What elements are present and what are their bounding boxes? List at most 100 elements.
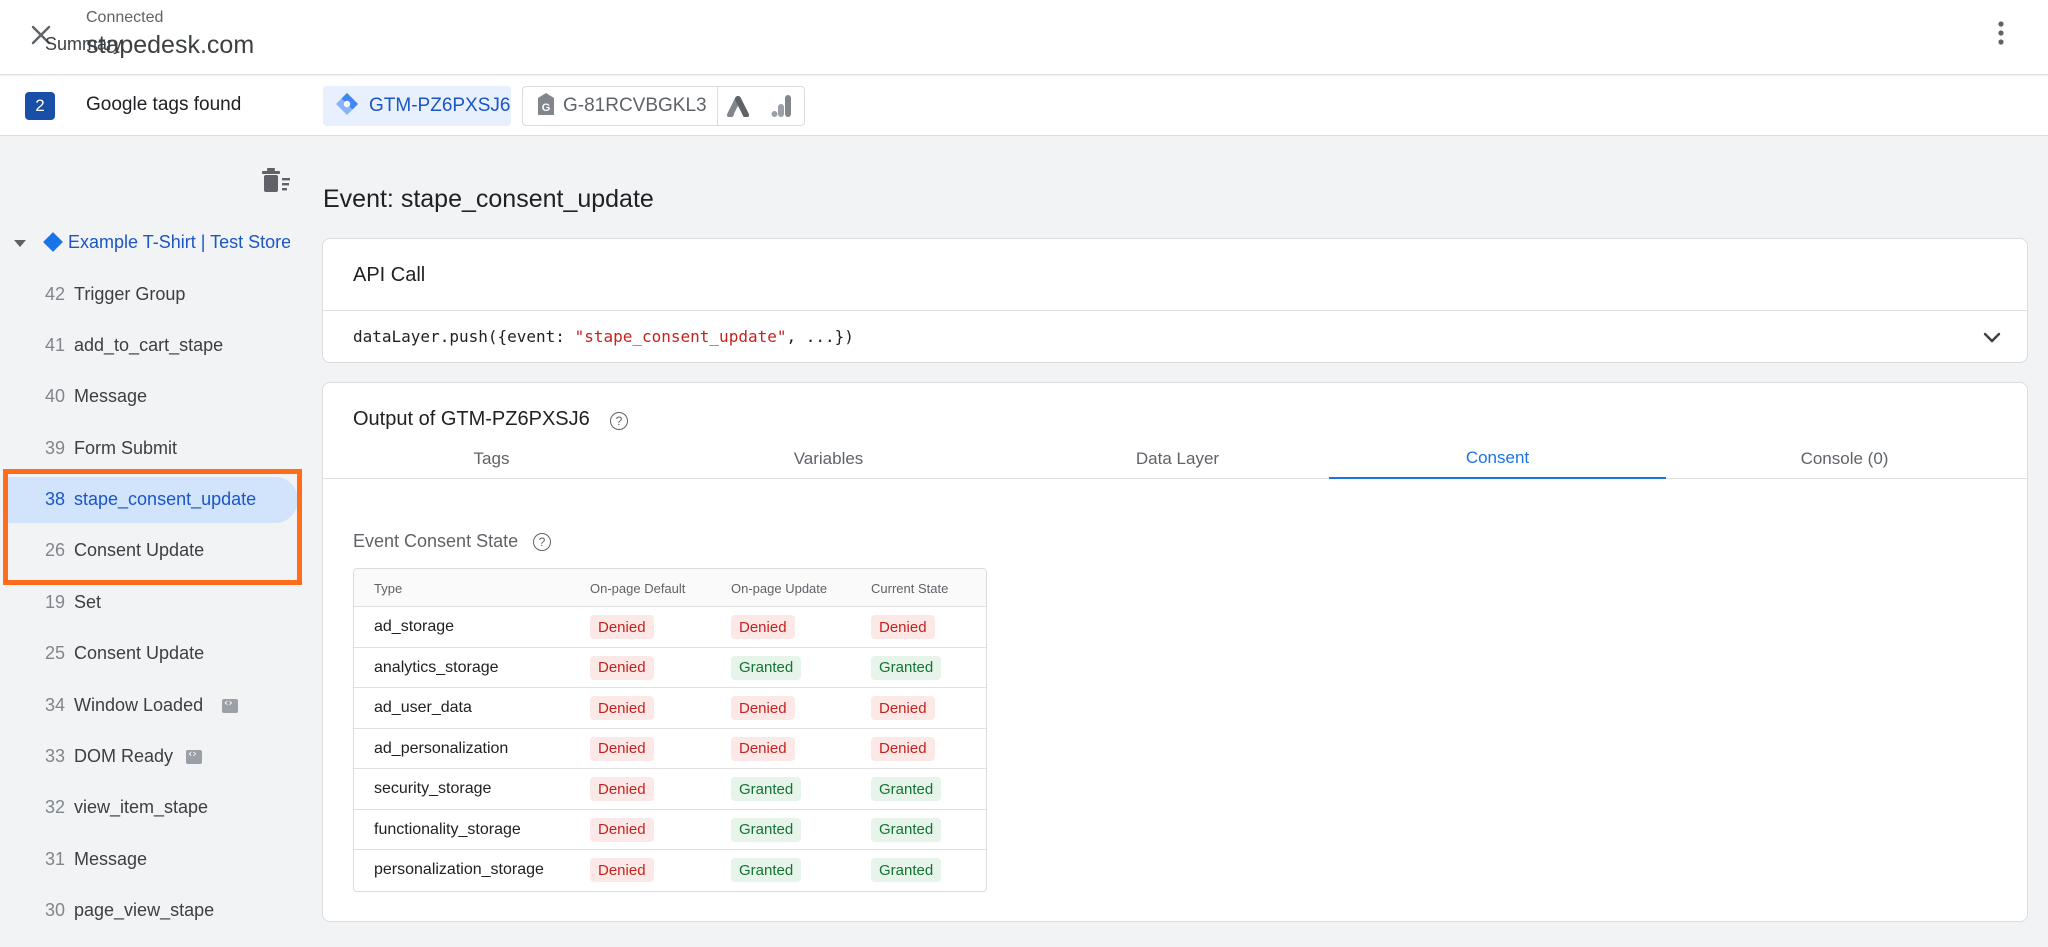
column-header-current: Current State — [871, 581, 949, 596]
consent-status-badge: Denied — [871, 736, 935, 761]
table-body: ad_storage Denied Denied Denied analytics_st… — [354, 607, 986, 891]
consent-status-badge: Denied — [871, 615, 935, 639]
caret-down-icon[interactable] — [14, 240, 26, 247]
code-event-string: "stape_consent_update" — [574, 327, 787, 346]
event-item[interactable]: 32 view_item_stape — [0, 783, 305, 833]
table-row: ad_user_data Denied Denied Denied — [354, 688, 986, 729]
gtm-container-chip[interactable]: GTM-PZ6PXSJ6 — [323, 86, 511, 126]
consent-status-badge: Granted — [871, 817, 942, 842]
event-number: 41 — [45, 335, 66, 355]
consent-type: ad_storage — [374, 618, 455, 635]
help-icon[interactable]: ? — [610, 412, 628, 430]
consent-status-badge: Denied — [731, 696, 795, 720]
event-name: Set — [74, 592, 102, 612]
event-number: 34 — [45, 695, 66, 715]
event-item[interactable]: 33 DOM Ready — [0, 732, 305, 782]
event-name: stape_consent_update — [74, 489, 257, 509]
expand-more-icon[interactable] — [1977, 323, 2007, 353]
tab-tags[interactable]: Tags — [323, 439, 660, 479]
event-number: 31 — [45, 849, 66, 869]
output-tabs: Tags Variables Data Layer Consent Consol… — [323, 439, 2027, 479]
table-header: Type On-page Default On-page Update Curr… — [354, 569, 986, 607]
code-icon — [222, 696, 238, 713]
help-icon[interactable]: ? — [533, 533, 551, 551]
event-name: Trigger Group — [74, 284, 186, 304]
google-ads-icon[interactable] — [718, 87, 762, 125]
ga-tag-chip-group: G G-81RCVBGKL3 — [522, 86, 805, 126]
column-header-update: On-page Update — [731, 581, 828, 596]
code-prefix: dataLayer.push({event: — [353, 327, 575, 346]
divider — [323, 310, 2027, 311]
consent-status-badge: Denied — [590, 696, 654, 720]
table-row: ad_storage Denied Denied Denied — [354, 607, 986, 648]
tab-consent[interactable]: Consent — [1329, 439, 1666, 479]
page-diamond-icon — [43, 232, 63, 252]
event-name: add_to_cart_stape — [74, 335, 224, 355]
event-number: 38 — [45, 489, 66, 509]
ga-tag-chip[interactable]: G G-81RCVBGKL3 — [523, 87, 718, 125]
delete-sweep-icon[interactable] — [262, 168, 292, 198]
event-item[interactable]: 31 Message — [0, 835, 305, 885]
table-row: analytics_storage Denied Granted Granted — [354, 648, 986, 688]
table-row: personalization_storage Denied Granted Gran… — [354, 850, 986, 891]
consent-type: ad_user_data — [374, 699, 472, 716]
tab-variables[interactable]: Variables — [660, 439, 997, 479]
consent-status-badge: Granted — [731, 777, 802, 801]
event-number: 19 — [45, 592, 66, 612]
event-item[interactable]: 41 add_to_cart_stape — [0, 321, 305, 371]
event-name: Consent Update — [74, 643, 205, 663]
tag-count-badge: 2 — [25, 92, 55, 120]
consent-status-badge: Granted — [731, 858, 802, 882]
event-item[interactable]: 42 Trigger Group — [0, 270, 305, 320]
api-call-title: API Call — [353, 264, 426, 286]
event-number: 26 — [45, 540, 66, 560]
tab-console[interactable]: Console (0) — [1676, 439, 2013, 479]
consent-status-badge: Granted — [871, 777, 942, 801]
api-call-code: dataLayer.push({event: "stape_consent_up… — [353, 327, 854, 346]
code-icon — [186, 747, 202, 764]
consent-state-table: Type On-page Default On-page Update Curr… — [353, 568, 987, 892]
event-number: 25 — [45, 643, 66, 663]
event-name: Window Loaded — [74, 695, 204, 715]
consent-status-badge: Denied — [731, 736, 795, 761]
event-name: Message — [74, 849, 148, 869]
consent-status-badge: Granted — [731, 817, 802, 842]
event-consent-state-title: Event Consent State — [353, 531, 519, 551]
event-name: Consent Update — [74, 540, 205, 560]
table-row: functionality_storage Denied Granted Grante… — [354, 810, 986, 850]
consent-status-badge: Granted — [871, 655, 942, 680]
event-name: view_item_stape — [74, 797, 209, 817]
consent-status-badge: Denied — [590, 736, 654, 761]
event-item[interactable]: 34 Window Loaded — [0, 681, 305, 731]
ga-measurement-id: G-81RCVBGKL3 — [563, 95, 707, 116]
consent-type: functionality_storage — [374, 820, 521, 838]
tags-found-label: Google tags found — [86, 94, 242, 115]
consent-type: ad_personalization — [374, 739, 509, 757]
top-header: Connected stapedesk.com — [0, 0, 2048, 75]
google-tag-icon: G — [537, 92, 555, 121]
event-number: 33 — [45, 746, 66, 766]
event-item[interactable]: 19 Set — [0, 578, 305, 628]
event-item-selected[interactable]: 38 stape_consent_update — [0, 475, 305, 525]
event-item[interactable]: 30 page_view_stape — [0, 886, 305, 936]
table-row: security_storage Denied Granted Granted — [354, 769, 986, 810]
summary-item[interactable]: Summary — [45, 34, 122, 55]
more-vert-icon[interactable] — [1984, 16, 2018, 50]
event-name: DOM Ready — [74, 746, 174, 766]
consent-type: security_storage — [374, 780, 492, 797]
event-item[interactable]: 40 Message — [0, 372, 305, 422]
column-header-default: On-page Default — [590, 581, 686, 596]
google-analytics-icon[interactable] — [762, 87, 802, 125]
event-item[interactable]: 26 Consent Update — [0, 526, 305, 576]
consent-status-badge: Granted — [731, 655, 802, 680]
page-load-group[interactable]: Example T-Shirt | Test Store — [0, 224, 305, 264]
event-number: 40 — [45, 386, 66, 406]
event-item[interactable]: 25 Consent Update — [0, 629, 305, 679]
table-row: ad_personalization Denied Denied Denied — [354, 729, 986, 769]
consent-status-badge: Denied — [871, 696, 935, 720]
consent-type: analytics_storage — [374, 658, 499, 676]
event-title: Event: stape_consent_update — [323, 185, 654, 213]
event-item[interactable]: 39 Form Submit — [0, 424, 305, 474]
output-title: Output of GTM-PZ6PXSJ6 — [353, 408, 590, 430]
tab-data-layer[interactable]: Data Layer — [1009, 439, 1346, 479]
